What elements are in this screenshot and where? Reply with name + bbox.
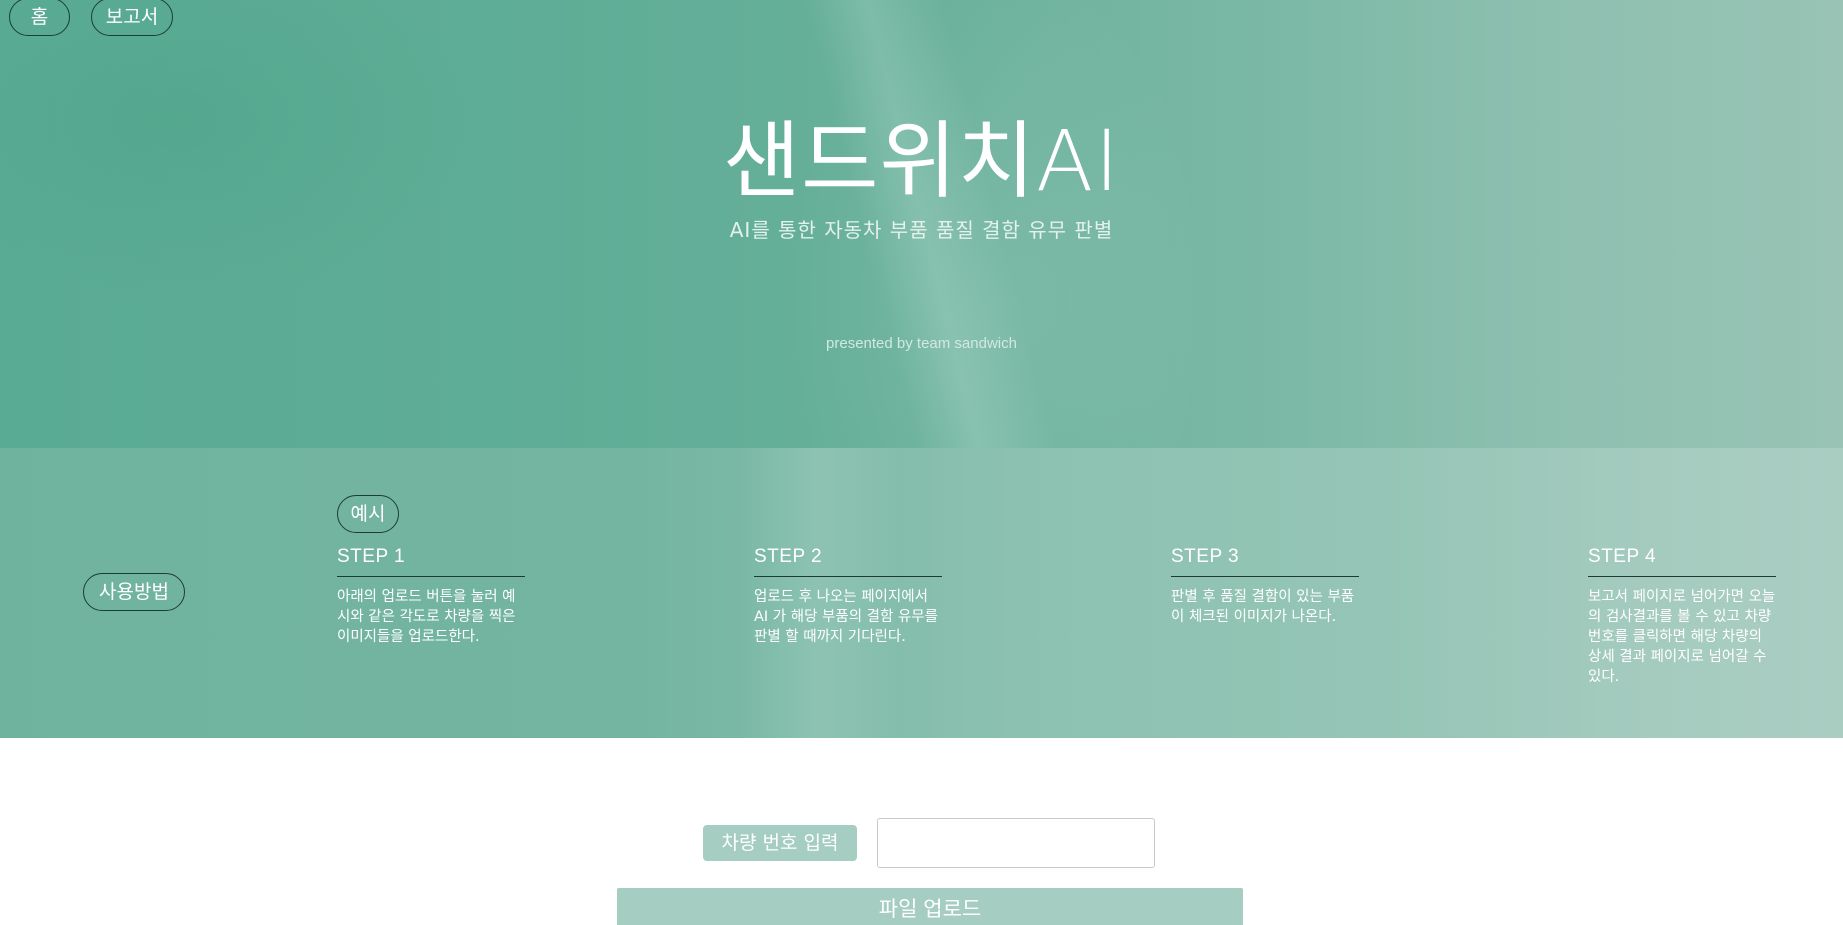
nav-report-button[interactable]: 보고서	[91, 0, 173, 36]
team-credit: presented by team sandwich	[826, 335, 1017, 352]
step-card: STEP 3 판별 후 품질 결함이 있는 부품이 체크된 이미지가 나온다.	[1171, 546, 1361, 627]
step-description: 보고서 페이지로 넘어가면 오늘의 검사결과를 볼 수 있고 차량번호를 클릭하…	[1588, 589, 1776, 685]
page-title: 샌드위치AI	[722, 112, 1121, 210]
step-title: STEP 1	[337, 546, 525, 577]
usage-label: 사용방법	[83, 573, 185, 611]
step-description: 업로드 후 나오는 페이지에서 AI 가 해당 부품의 결함 유무를 판별 할 …	[754, 589, 938, 645]
step-title: STEP 4	[1588, 546, 1776, 577]
page-subtitle: AI를 통한 자동차 부품 품질 결함 유무 판별	[729, 218, 1114, 242]
car-number-label: 차량 번호 입력	[703, 825, 857, 861]
file-upload-button[interactable]: 파일 업로드	[617, 888, 1243, 925]
step-title: STEP 2	[754, 546, 942, 577]
step-title: STEP 3	[1171, 546, 1359, 577]
step-card: STEP 1 아래의 업로드 버튼을 눌러 예시와 같은 각도로 차량을 찍은 …	[337, 546, 527, 647]
nav-home-button[interactable]: 홈	[9, 0, 70, 36]
example-button[interactable]: 예시	[337, 495, 399, 533]
car-number-input[interactable]	[877, 818, 1155, 868]
step-description: 판별 후 품질 결함이 있는 부품이 체크된 이미지가 나온다.	[1171, 589, 1355, 625]
step-card: STEP 4 보고서 페이지로 넘어가면 오늘의 검사결과를 볼 수 있고 차량…	[1588, 546, 1778, 687]
step-description: 아래의 업로드 버튼을 눌러 예시와 같은 각도로 차량을 찍은 이미지들을 업…	[337, 589, 516, 645]
step-card: STEP 2 업로드 후 나오는 페이지에서 AI 가 해당 부품의 결함 유무…	[754, 546, 944, 647]
